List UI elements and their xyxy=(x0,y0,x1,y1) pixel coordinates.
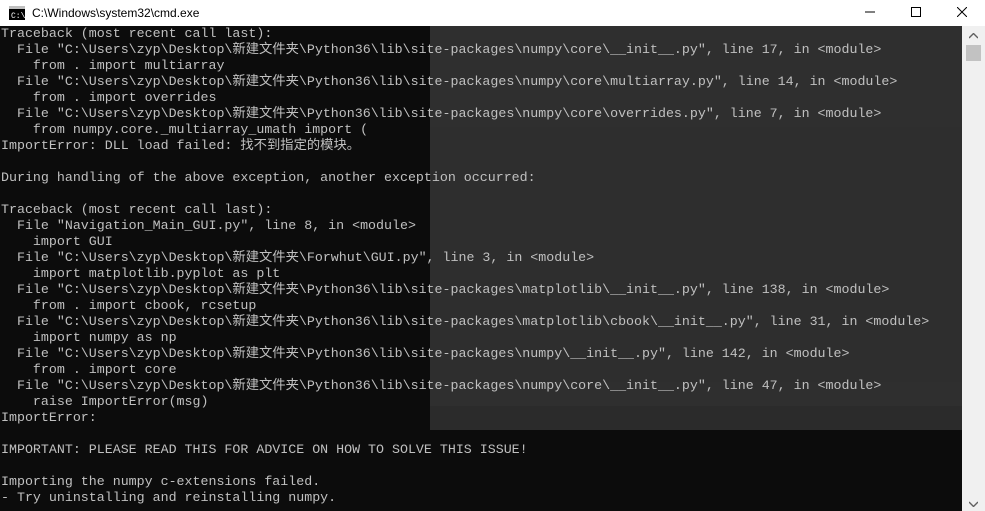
console-output[interactable]: Traceback (most recent call last): File … xyxy=(0,26,962,511)
console-line: File "C:\Users\zyp\Desktop\新建文件夹\Python3… xyxy=(1,378,882,393)
vertical-scrollbar[interactable] xyxy=(962,26,985,511)
console-line: File "Navigation_Main_GUI.py", line 8, i… xyxy=(1,218,416,233)
console-line: import GUI xyxy=(1,234,113,249)
console-text: Traceback (most recent call last): File … xyxy=(0,26,962,506)
console-line: IMPORTANT: PLEASE READ THIS FOR ADVICE O… xyxy=(1,442,528,457)
cmd-window[interactable]: C:\ C:\Windows\system32\cmd.exe Tracebac… xyxy=(0,0,985,511)
console-line: import numpy as np xyxy=(1,330,177,345)
console-line: from . import multiarray xyxy=(1,58,225,73)
window-title: C:\Windows\system32\cmd.exe xyxy=(32,6,200,20)
scroll-track[interactable] xyxy=(962,43,985,494)
scroll-down-button[interactable] xyxy=(962,494,985,511)
console-line: File "C:\Users\zyp\Desktop\新建文件夹\Python3… xyxy=(1,282,890,297)
console-line: from . import cbook, rcsetup xyxy=(1,298,257,313)
console-line: from numpy.core._multiarray_umath import… xyxy=(1,122,369,137)
console-line: File "C:\Users\zyp\Desktop\新建文件夹\Python3… xyxy=(1,42,882,57)
console-line: File "C:\Users\zyp\Desktop\新建文件夹\Python3… xyxy=(1,314,930,329)
console-line: Importing the numpy c-extensions failed. xyxy=(1,474,321,489)
caption-buttons xyxy=(847,0,985,26)
chevron-down-icon xyxy=(968,494,979,511)
minimize-button[interactable] xyxy=(847,0,893,26)
console-line: Traceback (most recent call last): xyxy=(1,202,273,217)
close-button[interactable] xyxy=(939,0,985,26)
console-line: - Try uninstalling and reinstalling nump… xyxy=(1,490,337,505)
scroll-up-button[interactable] xyxy=(962,26,985,43)
console-line: Traceback (most recent call last): xyxy=(1,26,273,41)
console-line: ImportError: xyxy=(1,410,97,425)
console-line: File "C:\Users\zyp\Desktop\新建文件夹\Forwhut… xyxy=(1,250,595,265)
console-line: from . import overrides xyxy=(1,90,217,105)
console-line: File "C:\Users\zyp\Desktop\新建文件夹\Python3… xyxy=(1,106,882,121)
console-line: from . import core xyxy=(1,362,177,377)
console-line: raise ImportError(msg) xyxy=(1,394,209,409)
cmd-icon: C:\ xyxy=(9,5,25,21)
title-bar[interactable]: C:\ C:\Windows\system32\cmd.exe xyxy=(0,0,985,26)
scroll-thumb[interactable] xyxy=(966,45,981,61)
chevron-up-icon xyxy=(968,26,979,44)
console-line: ImportError: DLL load failed: 找不到指定的模块。 xyxy=(1,138,361,153)
svg-text:C:\: C:\ xyxy=(11,12,25,20)
console-line: During handling of the above exception, … xyxy=(1,170,536,185)
minimize-icon xyxy=(865,4,875,22)
close-icon xyxy=(956,4,968,22)
maximize-icon xyxy=(911,4,921,22)
console-line: import matplotlib.pyplot as plt xyxy=(1,266,281,281)
console-line: File "C:\Users\zyp\Desktop\新建文件夹\Python3… xyxy=(1,346,850,361)
console-line: File "C:\Users\zyp\Desktop\新建文件夹\Python3… xyxy=(1,74,898,89)
maximize-button[interactable] xyxy=(893,0,939,26)
